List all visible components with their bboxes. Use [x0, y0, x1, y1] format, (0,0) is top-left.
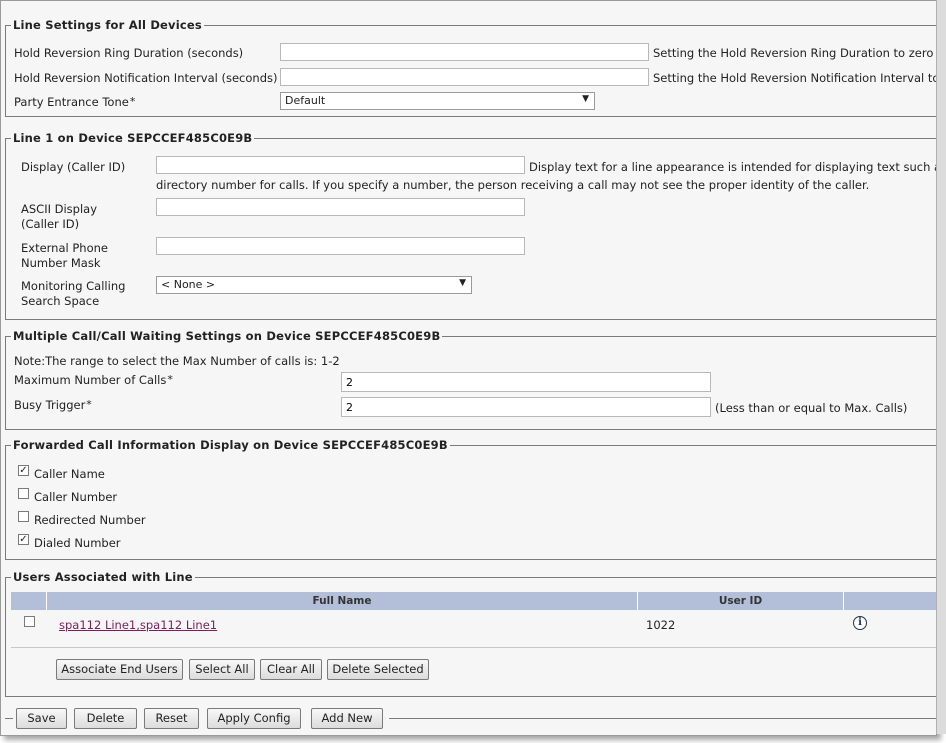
required-marker: *	[167, 373, 173, 386]
party-entrance-tone-select[interactable]: Default ▼	[280, 92, 595, 110]
external-mask-input[interactable]	[156, 237, 525, 255]
hold-notify-interval-label: Hold Reversion Notification Interval (se…	[14, 71, 278, 85]
party-entrance-tone-value: Default	[285, 94, 326, 107]
monitoring-css-value: < None >	[161, 278, 216, 291]
info-column-header	[844, 592, 936, 610]
info-icon[interactable]: i	[853, 616, 867, 630]
monitoring-css-select[interactable]: < None > ▼	[156, 276, 472, 294]
external-mask-label-1: External Phone	[21, 241, 108, 255]
busy-trigger-help: (Less than or equal to Max. Calls)	[715, 401, 908, 415]
monitoring-css-label-2: Search Space	[21, 294, 100, 308]
hold-notify-interval-help: Setting the Hold Reversion Notification …	[653, 71, 937, 85]
apply-config-button[interactable]: Apply Config	[207, 708, 301, 729]
full-name-column-header: Full Name	[47, 592, 638, 610]
caller-name-label: Caller Name	[34, 467, 105, 481]
monitoring-css-label-1: Monitoring Calling	[21, 279, 126, 293]
display-help-line2: directory number for calls. If you speci…	[156, 178, 870, 192]
toolbar-rule-left	[5, 718, 13, 719]
forwarded-legend: Forwarded Call Information Display on De…	[11, 438, 450, 452]
forwarded-section	[5, 445, 936, 560]
hold-notify-interval-input[interactable]	[280, 68, 649, 86]
associate-end-users-button[interactable]: Associate End Users	[56, 659, 183, 680]
line-settings-legend: Line Settings for All Devices	[11, 18, 204, 32]
line1-legend: Line 1 on Device SEPCCEF485C0E9B	[11, 131, 255, 145]
display-caller-id-input[interactable]	[156, 156, 525, 174]
user-id-value: 1022	[646, 618, 676, 632]
hold-ring-duration-label: Hold Reversion Ring Duration (seconds)	[14, 46, 244, 60]
ascii-display-label-1: ASCII Display	[21, 202, 98, 216]
max-calls-note: Note:The range to select the Max Number …	[14, 354, 340, 368]
busy-trigger-input[interactable]	[341, 397, 711, 417]
redirected-number-label: Redirected Number	[34, 513, 146, 527]
required-marker: *	[129, 95, 136, 108]
display-help-line1: Display text for a line appearance is in…	[529, 160, 937, 174]
redirected-number-checkbox[interactable]	[18, 511, 29, 522]
chevron-down-icon: ▼	[582, 94, 589, 104]
max-calls-label: Maximum Number of Calls*	[14, 373, 173, 387]
dialed-number-label: Dialed Number	[34, 536, 121, 550]
ascii-display-input[interactable]	[156, 198, 525, 216]
user-full-name-link[interactable]: spa112 Line1,spa112 Line1	[59, 618, 217, 632]
select-all-button[interactable]: Select All	[189, 659, 255, 680]
main-panel: Line Settings for All Devices Hold Rever…	[0, 0, 937, 736]
multiple-call-legend: Multiple Call/Call Waiting Settings on D…	[11, 329, 443, 343]
caller-number-checkbox[interactable]	[18, 488, 29, 499]
caller-number-label: Caller Number	[34, 490, 118, 504]
ascii-display-label-2: (Caller ID)	[21, 217, 80, 231]
external-mask-label-2: Number Mask	[21, 256, 101, 270]
select-column-header	[11, 592, 47, 610]
user-id-column-header: User ID	[638, 592, 844, 610]
save-button[interactable]: Save	[16, 708, 67, 729]
delete-button[interactable]: Delete	[74, 708, 137, 729]
users-legend: Users Associated with Line	[11, 570, 195, 584]
dialed-number-checkbox[interactable]: ✓	[18, 534, 29, 545]
reset-button[interactable]: Reset	[144, 708, 199, 729]
users-table-header: Full Name User ID	[11, 592, 936, 610]
party-entrance-tone-label: Party Entrance Tone*	[14, 95, 136, 109]
chevron-down-icon: ▼	[459, 278, 466, 288]
toolbar-rule-right	[389, 718, 936, 719]
delete-selected-button[interactable]: Delete Selected	[327, 659, 429, 680]
hold-ring-duration-input[interactable]	[280, 43, 649, 61]
display-caller-id-label: Display (Caller ID)	[21, 160, 126, 174]
add-new-button[interactable]: Add New	[311, 708, 383, 729]
caller-name-checkbox[interactable]: ✓	[18, 465, 29, 476]
hold-ring-duration-help: Setting the Hold Reversion Ring Duration…	[653, 46, 934, 60]
clear-all-button[interactable]: Clear All	[260, 659, 322, 680]
max-calls-input[interactable]	[341, 372, 711, 392]
required-marker: *	[86, 398, 92, 411]
vertical-scrollbar[interactable]	[936, 0, 946, 734]
row-select-checkbox[interactable]	[24, 616, 35, 627]
busy-trigger-label: Busy Trigger*	[14, 398, 92, 412]
table-row: spa112 Line1,spa112 Line1 1022 i	[11, 610, 936, 648]
